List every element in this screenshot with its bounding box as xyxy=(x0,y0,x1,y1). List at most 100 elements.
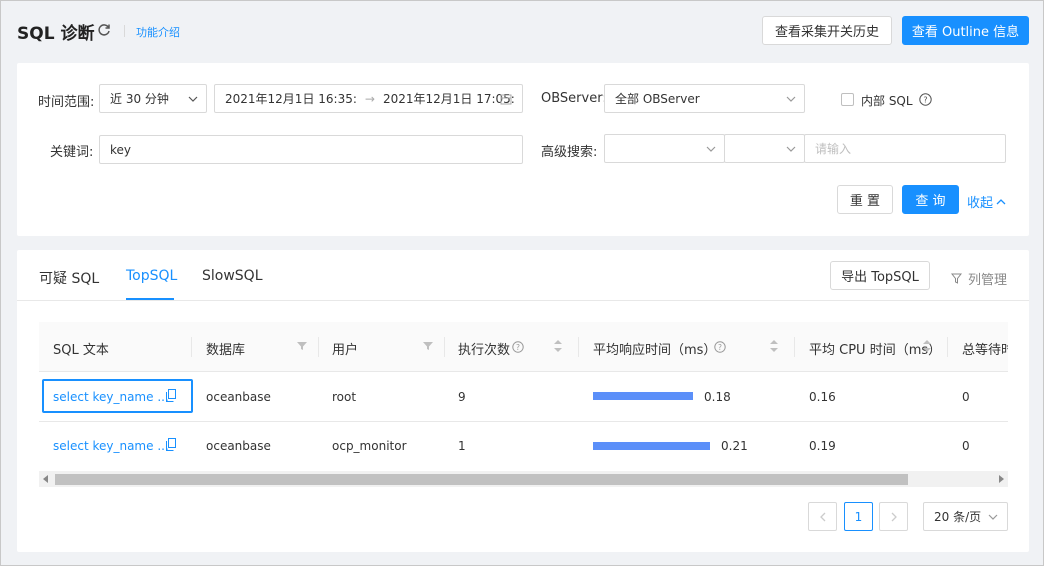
copy-icon[interactable] xyxy=(166,389,176,402)
calendar-icon xyxy=(500,93,512,105)
time-range-label: 时间范围: xyxy=(38,95,95,110)
column-header-avg-cpu: 平均 CPU 时间（ms） xyxy=(809,343,942,358)
horizontal-scrollbar[interactable] xyxy=(39,471,1008,487)
svg-text:?: ? xyxy=(718,343,722,352)
internal-sql-checkbox[interactable] xyxy=(841,93,854,106)
advanced-operator-select[interactable] xyxy=(724,134,805,163)
column-header-database: 数据库 xyxy=(206,343,246,358)
filter-icon xyxy=(951,273,962,284)
column-separator xyxy=(947,337,948,357)
prev-page-button[interactable] xyxy=(808,502,837,531)
export-topsql-button[interactable]: 导出 TopSQL xyxy=(830,261,930,290)
observer-label: OBServer: xyxy=(541,91,607,106)
copy-icon[interactable] xyxy=(166,438,176,451)
sort-icon[interactable] xyxy=(770,340,778,352)
exec-count-cell: 1 xyxy=(458,439,466,453)
svg-text:?: ? xyxy=(516,343,520,352)
user-cell: ocp_monitor xyxy=(332,439,407,453)
internal-sql-label: 内部 SQL xyxy=(861,94,913,108)
keyword-label: 关键词: xyxy=(50,145,94,160)
column-header-sql-text: SQL 文本 xyxy=(53,343,109,358)
start-time: 2021年12月1日 16:35: xyxy=(225,92,357,106)
avg-response-value: 0.21 xyxy=(721,439,748,453)
query-button[interactable]: 查 询 xyxy=(902,185,959,214)
chevron-left-icon xyxy=(819,512,827,522)
tab-topsql[interactable]: TopSQL xyxy=(126,268,177,284)
header-divider xyxy=(124,25,125,37)
column-separator xyxy=(578,337,579,357)
svg-text:?: ? xyxy=(923,96,927,105)
history-button[interactable]: 查看采集开关历史 xyxy=(762,16,892,45)
column-filter-icon[interactable] xyxy=(423,341,433,351)
chevron-down-icon xyxy=(786,144,796,154)
help-icon[interactable]: ? xyxy=(919,93,932,106)
page-size-value: 20 条/页 xyxy=(934,510,982,524)
scrollbar-thumb[interactable] xyxy=(55,474,908,485)
database-cell: oceanbase xyxy=(206,390,271,404)
advanced-search-label: 高级搜索: xyxy=(541,145,598,160)
intro-link[interactable]: 功能介绍 xyxy=(136,24,180,40)
sql-text-link[interactable]: select key_name ... xyxy=(53,439,169,453)
column-separator xyxy=(444,337,445,357)
table-row: select key_name ... oceanbase root 9 0.1… xyxy=(39,372,1008,422)
advanced-input-placeholder: 请输入 xyxy=(815,142,852,156)
column-separator xyxy=(318,337,319,357)
total-wait-cell: 0 xyxy=(962,439,970,453)
page-1-button[interactable]: 1 xyxy=(844,502,873,531)
tab-slowsql[interactable]: SlowSQL xyxy=(202,268,263,284)
tab-suspicious-sql[interactable]: 可疑 SQL xyxy=(39,268,99,288)
refresh-icon[interactable] xyxy=(97,23,111,37)
column-header-total-wait: 总等待时 xyxy=(962,343,1008,358)
range-separator: → xyxy=(364,91,375,106)
collapse-link[interactable]: 收起 xyxy=(967,192,1006,211)
exec-count-cell: 9 xyxy=(458,390,466,404)
column-separator xyxy=(191,337,192,357)
advanced-value-input[interactable]: 请输入 xyxy=(804,134,1006,163)
next-page-button[interactable] xyxy=(879,502,908,531)
chevron-down-icon xyxy=(188,94,198,104)
avg-cpu-cell: 0.16 xyxy=(809,390,836,404)
database-cell: oceanbase xyxy=(206,439,271,453)
observer-select[interactable]: 全部 OBServer xyxy=(604,84,805,113)
total-wait-cell: 0 xyxy=(962,390,970,404)
avg-response-value: 0.18 xyxy=(704,390,731,404)
user-cell: root xyxy=(332,390,357,404)
sort-icon[interactable] xyxy=(923,340,931,352)
help-icon[interactable]: ? xyxy=(714,341,726,353)
advanced-field-select[interactable] xyxy=(604,134,725,163)
reset-button[interactable]: 重 置 xyxy=(837,185,893,214)
chevron-right-icon xyxy=(890,512,898,522)
observer-value: 全部 OBServer xyxy=(615,92,700,106)
column-header-exec-count: 执行次数 xyxy=(458,343,511,358)
outline-button[interactable]: 查看 Outline 信息 xyxy=(902,16,1029,45)
chevron-down-icon xyxy=(988,512,998,522)
scroll-left-icon[interactable] xyxy=(43,475,49,483)
column-filter-icon[interactable] xyxy=(297,341,307,351)
column-header-user: 用户 xyxy=(332,343,359,358)
column-manage-button[interactable]: 列管理 xyxy=(951,269,1007,288)
sql-text-link[interactable]: select key_name ... xyxy=(53,390,169,404)
end-time: 2021年12月1日 17:05: xyxy=(382,92,515,106)
avg-response-bar xyxy=(593,442,710,450)
chevron-down-icon xyxy=(786,94,796,104)
help-icon[interactable]: ? xyxy=(512,341,524,353)
page-title: SQL 诊断 xyxy=(17,24,95,44)
chevron-down-icon xyxy=(706,144,716,154)
time-range-select[interactable]: 近 30 分钟 xyxy=(99,84,207,113)
table-row: select key_name ... oceanbase ocp_monito… xyxy=(39,422,1008,472)
column-separator xyxy=(794,337,795,357)
table-header: SQL 文本 数据库 用户 执行次数 ? 平均响应时间（ms） ? 平均 CPU… xyxy=(39,322,1008,372)
column-header-avg-response: 平均响应时间（ms） xyxy=(593,343,717,358)
keyword-input[interactable]: key xyxy=(99,135,523,164)
avg-response-bar xyxy=(593,392,693,400)
date-range-picker[interactable]: 2021年12月1日 16:35: → 2021年12月1日 17:05: xyxy=(214,84,523,113)
time-range-value: 近 30 分钟 xyxy=(110,92,169,106)
collapse-label: 收起 xyxy=(967,196,994,211)
sort-icon[interactable] xyxy=(554,340,562,352)
tabs-divider xyxy=(17,300,1029,301)
column-manage-label: 列管理 xyxy=(968,273,1008,288)
chevron-up-icon xyxy=(996,197,1006,207)
avg-cpu-cell: 0.19 xyxy=(809,439,836,453)
page-size-select[interactable]: 20 条/页 xyxy=(923,502,1008,531)
scroll-right-icon[interactable] xyxy=(998,475,1004,483)
